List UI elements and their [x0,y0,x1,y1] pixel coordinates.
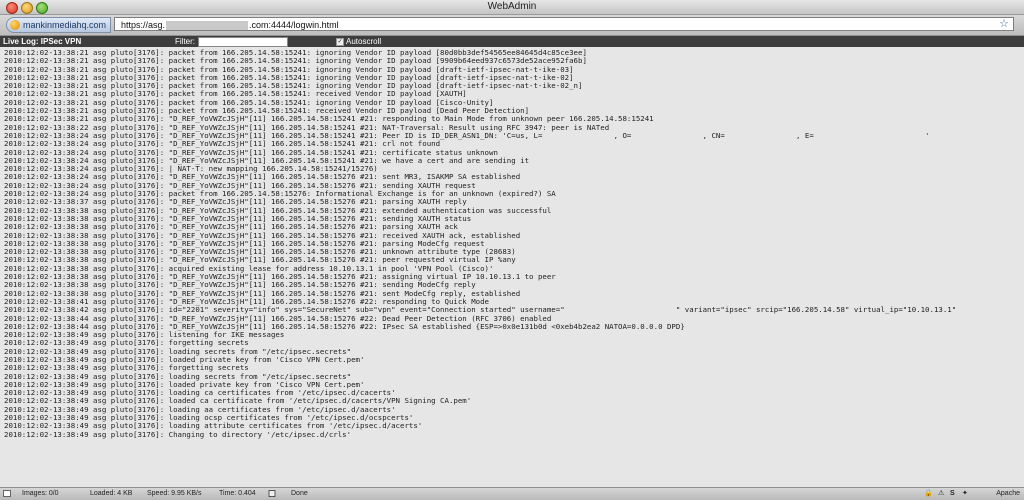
status-done: Done [291,490,308,497]
autoscroll-label: Autoscroll [346,37,382,46]
s-icon[interactable]: S [950,488,955,499]
url-prefix: https://asg. [121,20,166,30]
status-speed: Speed: 9.95 KB/s [147,490,202,497]
window-titlebar: WebAdmin [0,0,1024,15]
redacted-hostname [166,21,249,31]
site-name: mankinmediahq.com [23,20,107,30]
log-output: 2010:12:02-13:38:21 asg pluto[3176]: pac… [0,47,1024,487]
lock-icon[interactable]: 🔒 [924,488,933,499]
warning-icon[interactable]: ⚠ [938,488,944,499]
address-bar: mankinmediahq.com https://asg. .com:4444/… [0,15,1024,36]
filter-label: Filter: [175,37,195,46]
puzzle-icon[interactable]: ✦ [962,488,968,499]
url-field[interactable]: https://asg. .com:4444/logwin.html ☆ [114,17,1014,31]
bookmark-star-icon[interactable]: ☆ [999,17,1009,31]
globe-icon [10,20,20,30]
status-time: Time: 0.404 [219,490,256,497]
filter-input[interactable] [198,37,288,47]
url-suffix: .com:4444/logwin.html [249,20,339,30]
site-identity-badge[interactable]: mankinmediahq.com [6,17,112,33]
page-icon [3,490,11,497]
status-images: Images: 0/0 [22,490,59,497]
status-loaded: Loaded: 4 KB [90,490,133,497]
status-bar: Images: 0/0 Loaded: 4 KB Speed: 9.95 KB/… [0,487,1024,500]
autoscroll-checkbox[interactable]: ✓ [336,38,344,46]
document-icon [268,490,276,497]
page-title: Live Log: IPSec VPN [3,37,82,46]
log-line: 2010:12:02-13:38:49 asg pluto[3176]: Cha… [4,429,352,439]
server-name: Apache [996,490,1020,497]
live-log-toolbar: Live Log: IPSec VPN Filter: ✓ Autoscroll [0,36,1024,47]
window-title: WebAdmin [487,1,537,12]
